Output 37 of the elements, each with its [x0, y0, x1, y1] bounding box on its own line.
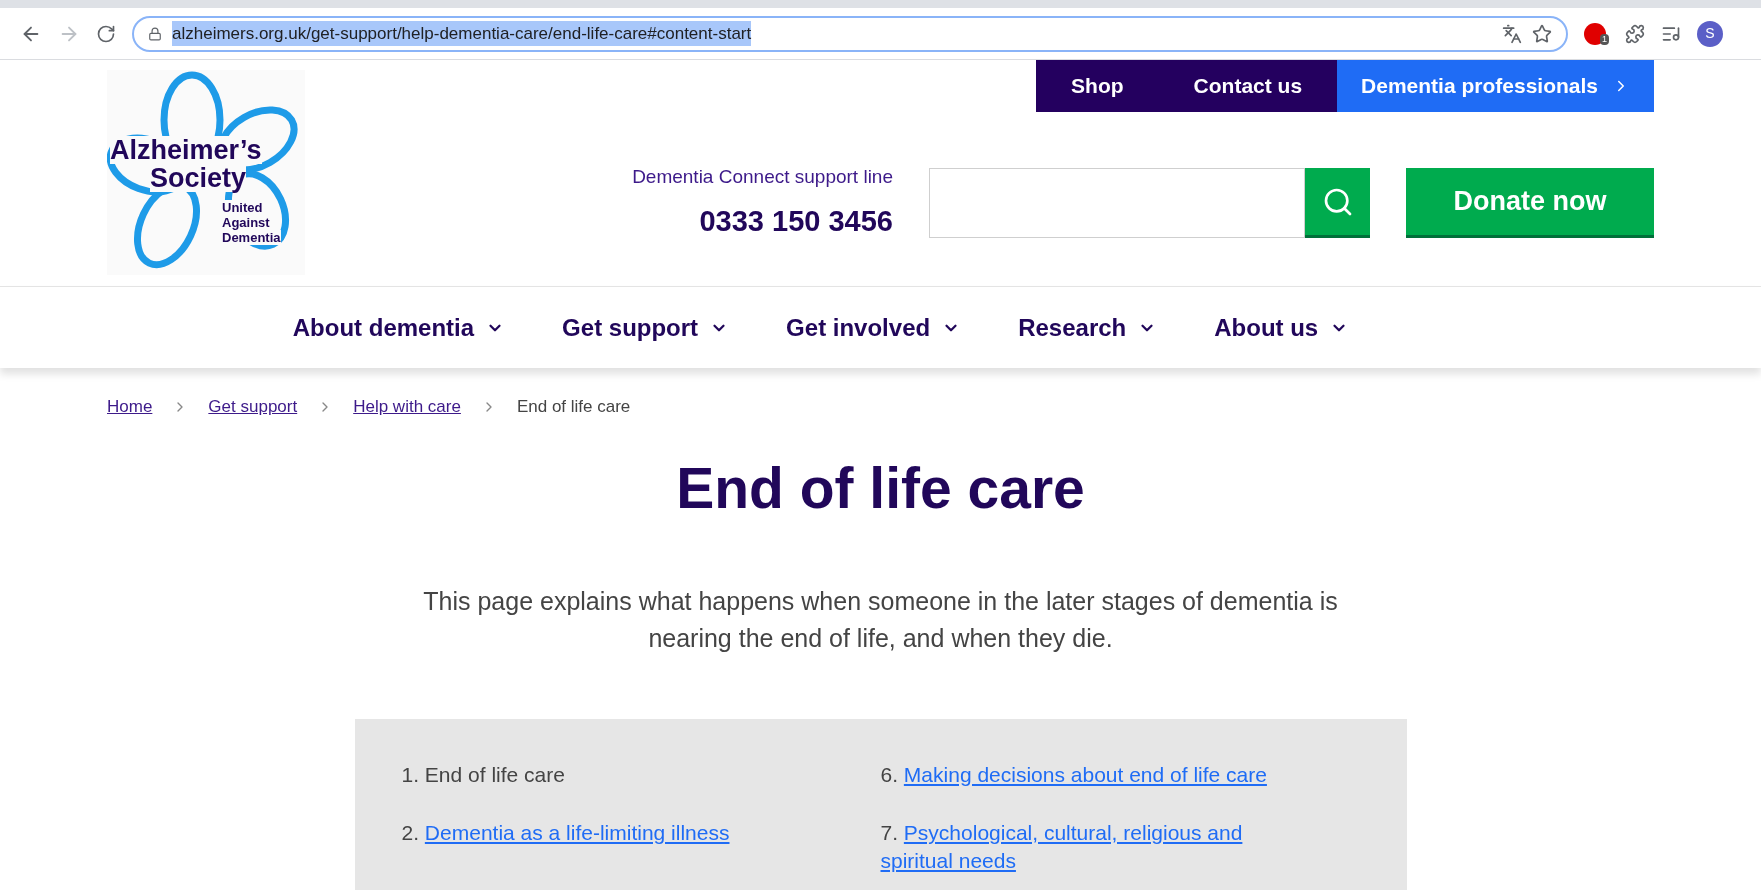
breadcrumb-link[interactable]: Help with care: [353, 394, 461, 420]
nav-item[interactable]: Get involved: [786, 309, 961, 346]
support-phone[interactable]: 0333 150 3456: [699, 199, 893, 243]
intro-text: This page explains what happens when someone in the later stages of dementia is nearing the end of life, and when they die.: [422, 586, 1339, 654]
nav-item[interactable]: About dementia: [292, 309, 505, 346]
top-link[interactable]: Contact us: [1158, 60, 1338, 112]
logo-name: Alzheimer’s: [110, 136, 262, 164]
address-bar[interactable]: alzheimers.org.uk/get-support/help-dementia-care/end-life-care#content-start: [132, 15, 1568, 52]
logo-tagline: United: [222, 200, 263, 215]
contents-item[interactable]: 6. Making decisions about end of life care: [880, 761, 1360, 789]
top-link[interactable]: Shop: [1036, 60, 1159, 112]
lock-icon: [148, 26, 162, 41]
search-button[interactable]: [1305, 168, 1370, 238]
logo-name: Society: [150, 164, 247, 192]
url-text: alzheimers.org.uk/get-support/help-dementia-care/end-life-care#content-start: [172, 20, 752, 47]
nav-item[interactable]: About us: [1214, 309, 1349, 346]
extensions-icon[interactable]: [1625, 23, 1645, 44]
adblock-count: 1: [1600, 33, 1609, 45]
star-icon[interactable]: [1532, 23, 1552, 44]
support-line-label: Dementia Connect support line: [632, 165, 893, 189]
logo-tagline: Dementia: [222, 230, 281, 245]
contents-item[interactable]: 2. Dementia as a life-limiting illness: [401, 819, 881, 847]
reload-icon[interactable]: [96, 23, 116, 44]
translate-icon[interactable]: [1502, 23, 1522, 44]
breadcrumb-link[interactable]: Home: [107, 394, 153, 420]
contents-item[interactable]: 7. Psychological, cultural, religious and spiritual needs: [880, 819, 1360, 875]
nav-item[interactable]: Get support: [562, 309, 729, 346]
logo[interactable]: Alzheimer’s Society United Against Dementia: [107, 70, 305, 275]
adblock-icon[interactable]: [1584, 22, 1606, 45]
profile-avatar[interactable]: S: [1697, 20, 1723, 47]
contents-item: 1. End of life care: [401, 762, 566, 788]
nav-item[interactable]: Research: [1018, 309, 1157, 346]
breadcrumb-current: End of life care: [516, 396, 631, 418]
breadcrumb-link[interactable]: Get support: [208, 394, 298, 420]
page-title: End of life care: [675, 454, 1086, 522]
logo-tagline: Against: [222, 215, 270, 230]
top-link[interactable]: Dementia professionals: [1337, 60, 1654, 112]
